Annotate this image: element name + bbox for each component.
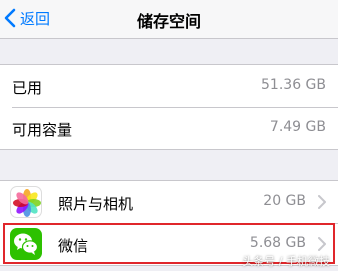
app-name-photos: 照片与相机 xyxy=(58,195,134,213)
photos-icon xyxy=(10,186,42,218)
app-size-photos: 20 GB xyxy=(263,193,306,209)
storage-available-value: 7.49 GB xyxy=(269,119,326,135)
storage-used-value: 51.36 GB xyxy=(261,77,326,93)
storage-used-row: 已用 51.36 GB xyxy=(0,65,338,107)
wechat-icon xyxy=(10,228,42,260)
navigation-bar: 返回 储存空间 xyxy=(0,0,338,39)
app-row-photos[interactable]: 照片与相机 20 GB xyxy=(0,181,338,223)
watermark: 头条号 / 手机微技 xyxy=(242,255,330,268)
page-title: 储存空间 xyxy=(136,12,201,31)
chevron-right-icon xyxy=(318,237,326,251)
app-size-wechat: 5.68 GB xyxy=(249,235,306,251)
storage-used-label: 已用 xyxy=(12,79,43,97)
storage-available-row: 可用容量 7.49 GB xyxy=(0,107,338,149)
app-name-wechat: 微信 xyxy=(58,237,89,255)
storage-summary-group: 已用 51.36 GB 可用容量 7.49 GB xyxy=(0,64,338,150)
chevron-right-icon xyxy=(318,195,326,209)
storage-available-label: 可用容量 xyxy=(12,121,73,139)
